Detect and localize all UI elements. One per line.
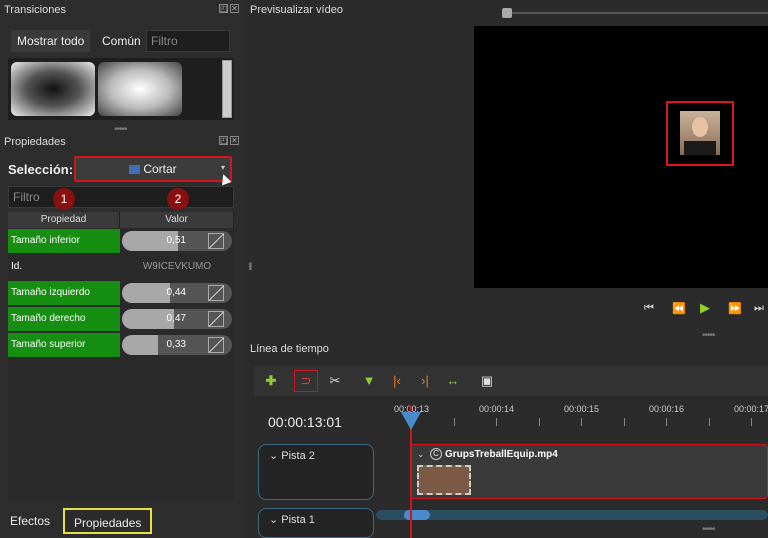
transition-thumb[interactable]	[11, 62, 95, 116]
value-slider[interactable]: 0,51	[122, 231, 232, 251]
property-name: Tamaño inferior	[8, 229, 120, 253]
value-slider[interactable]: 0,33	[122, 335, 232, 355]
zoom-slider-track[interactable]	[504, 12, 768, 14]
rewind-icon[interactable]: ⏪	[672, 302, 686, 315]
transition-thumb[interactable]	[98, 62, 182, 116]
column-header-value: Valor	[120, 212, 234, 228]
center-playhead-icon[interactable]: ↔	[444, 372, 462, 390]
next-marker-icon[interactable]: ›|	[416, 372, 434, 390]
razor-icon[interactable]: ✂	[326, 372, 344, 390]
tick-label: 00:00:16	[649, 404, 685, 414]
preview-title: Previsualizar vídeo	[250, 4, 343, 16]
timeline-title: Línea de tiempo	[250, 343, 329, 355]
selection-label: Selección:	[8, 162, 74, 177]
property-name: Tamaño derecho	[8, 307, 120, 331]
transitions-filter-input[interactable]: Filtro	[146, 30, 230, 52]
property-name: Tamaño izquierdo	[8, 281, 120, 305]
slider-value: 0,47	[166, 313, 186, 324]
keyframe-icon[interactable]	[208, 233, 224, 249]
track-label: ⌄ Pista 2	[269, 450, 315, 462]
splitter-grip[interactable]: •••	[244, 262, 255, 270]
clip-badge: C	[430, 448, 442, 460]
chevron-down-icon: ▾	[220, 163, 225, 172]
slider-value: 0,33	[166, 339, 186, 350]
track-header-2[interactable]: ⌄ Pista 2	[258, 444, 374, 500]
slider-value: 0,51	[166, 235, 186, 246]
fast-forward-icon[interactable]: ⏩	[728, 302, 742, 315]
resize-grip[interactable]: •••••	[702, 524, 715, 535]
annotation-badge-1: 1	[53, 188, 75, 210]
transitions-scrollbar[interactable]	[222, 60, 232, 118]
properties-dock-controls: ◰ ✕	[219, 136, 239, 145]
slider-value: 0,44	[166, 287, 186, 298]
properties-table: Propiedad Valor Tamaño inferior 0,51 Id.…	[8, 212, 234, 500]
transitions-list	[8, 58, 234, 120]
zoom-icon[interactable]: ▣	[478, 372, 496, 390]
jump-start-icon[interactable]: ⏮	[644, 302, 654, 315]
preview-image	[680, 111, 720, 155]
resize-grip[interactable]: •••••	[114, 124, 127, 135]
preview-subject-highlight	[666, 101, 734, 166]
timeline-clip[interactable]: ⌄ C GrupsTreballEquip.mp4	[410, 444, 768, 499]
resize-grip[interactable]: •••••	[702, 330, 715, 341]
table-row: Tamaño izquierdo 0,44	[8, 281, 234, 305]
value-slider[interactable]: 0,47	[122, 309, 232, 329]
timeline-scroll-handle[interactable]	[404, 510, 430, 520]
column-header-property: Propiedad	[8, 212, 120, 228]
property-value: W9ICEVKUMO	[142, 261, 212, 272]
property-name: Tamaño superior	[8, 333, 120, 357]
timeline-ruler[interactable]: 00:00:13 00:00:14 00:00:15 00:00:16 00:0…	[390, 402, 768, 438]
previous-marker-icon[interactable]: |‹	[388, 372, 406, 390]
keyframe-icon[interactable]	[208, 285, 224, 301]
timeline-timecode: 00:00:13:01	[268, 414, 342, 430]
zoom-slider-handle[interactable]	[502, 8, 512, 18]
tick-label: 00:00:15	[564, 404, 600, 414]
table-row: Tamaño inferior 0,51	[8, 229, 234, 253]
marker-icon[interactable]: ▼	[360, 372, 378, 390]
keyframe-icon[interactable]	[208, 337, 224, 353]
play-icon[interactable]: ▶	[700, 300, 710, 316]
tab-effects[interactable]: Efectos	[1, 508, 59, 534]
transitions-dock-controls: ◰ ✕	[219, 4, 239, 13]
properties-title: Propiedades	[4, 136, 66, 148]
tick-label: 00:00:17	[734, 404, 768, 414]
jump-end-icon[interactable]: ⏭	[754, 302, 764, 315]
tab-properties[interactable]: Propiedades	[63, 508, 153, 534]
timeline-toolbar: ✚ ⊃ ✂ ▼ |‹ ›| ↔ ▣	[254, 366, 768, 396]
table-row: Id. W9ICEVKUMO	[8, 255, 234, 279]
float-icon[interactable]: ◰	[219, 136, 228, 145]
tab-show-all[interactable]: Mostrar todo	[11, 30, 91, 52]
magnet-icon[interactable]: ⊃	[294, 370, 318, 392]
float-icon[interactable]: ◰	[219, 4, 228, 13]
selection-value: Cortar	[143, 162, 177, 176]
tick-label: 00:00:14	[479, 404, 515, 414]
close-icon[interactable]: ✕	[230, 4, 239, 13]
slider-fill	[122, 335, 159, 355]
clip-title: GrupsTreballEquip.mp4	[445, 449, 558, 460]
chevron-down-icon: ⌄	[417, 449, 425, 459]
properties-filter-input[interactable]: Filtro	[8, 186, 234, 208]
tab-common[interactable]: Común	[96, 30, 147, 52]
close-icon[interactable]: ✕	[230, 136, 239, 145]
property-name: Id.	[11, 261, 23, 272]
keyframe-icon[interactable]	[208, 311, 224, 327]
add-icon[interactable]: ✚	[262, 372, 280, 390]
timeline-scrollbar[interactable]	[376, 510, 768, 520]
track-label: ⌄ Pista 1	[269, 514, 315, 526]
effect-icon	[129, 165, 141, 174]
left-panel: Transiciones ◰ ✕ Mostrar todo Común Filtr…	[0, 0, 244, 538]
annotation-badge-2: 2	[167, 188, 189, 210]
clip-thumbnail	[417, 465, 471, 495]
value-slider[interactable]: 0,44	[122, 283, 232, 303]
track-header-1[interactable]: ⌄ Pista 1	[258, 508, 374, 538]
table-row: Tamaño superior 0,33	[8, 333, 234, 357]
transitions-title: Transiciones	[4, 4, 66, 16]
table-row: Tamaño derecho 0,47	[8, 307, 234, 331]
selection-dropdown[interactable]: Cortar ▾	[74, 156, 232, 182]
